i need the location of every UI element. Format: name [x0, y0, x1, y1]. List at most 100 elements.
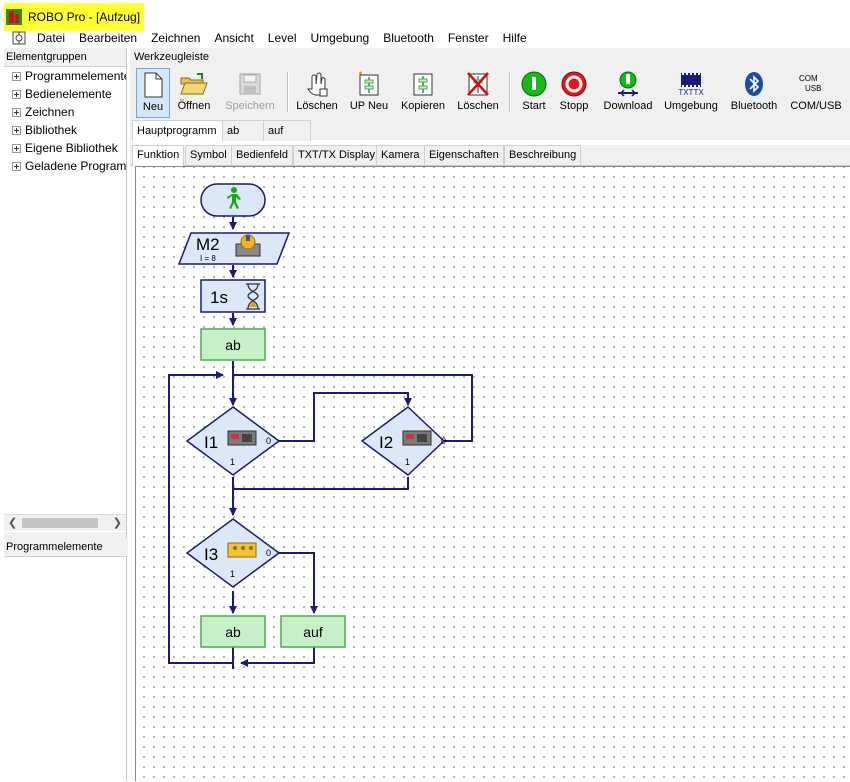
subprogram-auf-label: auf	[303, 624, 323, 640]
delete-hand-icon	[303, 70, 331, 98]
scrollbar-thumb[interactable]	[22, 518, 98, 528]
expand-icon[interactable]	[12, 143, 21, 153]
robo-pro-app-icon	[6, 9, 22, 25]
bluetooth-icon	[740, 70, 768, 98]
stop-icon	[560, 70, 588, 98]
delete-button[interactable]: Löschen	[295, 68, 339, 116]
copy-icon	[409, 70, 437, 98]
system-menu-icon[interactable]	[10, 30, 28, 46]
com-usb-icon: COM USB	[799, 70, 833, 98]
environment-icon: TXTTX	[677, 70, 705, 98]
tab-symbol[interactable]: Symbol	[185, 145, 232, 165]
menu-ansicht[interactable]: Ansicht	[207, 31, 260, 45]
new-button-label: Neu	[142, 101, 164, 113]
tab-hauptprogramm[interactable]: Hauptprogramm	[132, 120, 226, 141]
environment-button[interactable]: TXTTX Umgebung	[664, 68, 718, 116]
menu-bluetooth[interactable]: Bluetooth	[376, 31, 441, 45]
subprogram-ab-bottom-label: ab	[225, 624, 241, 640]
menu-hilfe[interactable]: Hilfe	[496, 31, 534, 45]
function-tabs: Funktion Symbol Bedienfeld TXT/TX Displa…	[130, 145, 850, 166]
tree-item-programmelemente[interactable]: Programmelemente	[4, 67, 126, 85]
menu-datei[interactable]: Datei	[30, 31, 72, 45]
open-button-label: Öffnen	[177, 100, 211, 112]
toolbar-header: Werkzeugleiste	[130, 48, 850, 67]
subprogram-ab-top[interactable]: ab	[200, 328, 266, 361]
new-button[interactable]: Neu	[136, 68, 170, 118]
branch-i1-no-label: 0	[266, 436, 271, 446]
tree-horizontal-scrollbar[interactable]: ❮ ❯	[4, 514, 126, 531]
download-icon	[614, 70, 642, 98]
start-block[interactable]	[200, 183, 266, 217]
motor-label: M2	[196, 235, 220, 254]
tree-item-eigene-bibliothek[interactable]: Eigene Bibliothek	[4, 139, 126, 157]
tab-auf[interactable]: auf	[263, 120, 311, 141]
tree-item-label: Bedienelemente	[25, 87, 112, 101]
tab-ab[interactable]: ab	[222, 120, 265, 141]
stop-button[interactable]: Stopp	[557, 68, 591, 116]
start-button[interactable]: Start	[517, 68, 551, 116]
tab-funktion[interactable]: Funktion	[132, 145, 185, 166]
scroll-right-icon[interactable]: ❯	[113, 516, 122, 529]
tab-bedienfeld[interactable]: Bedienfeld	[231, 145, 293, 165]
tree-item-zeichnen[interactable]: Zeichnen	[4, 103, 126, 121]
element-groups-tree: Programmelemente Bedienelemente Zeichnen…	[4, 67, 126, 523]
branch-i3-no-label: 0	[266, 548, 271, 558]
expand-icon[interactable]	[12, 125, 21, 135]
bluetooth-button[interactable]: Bluetooth	[728, 68, 780, 116]
usb-icon-label: USB	[805, 84, 822, 93]
subprogram-ab-bottom[interactable]: ab	[200, 615, 266, 648]
toolbar: Neu Öffnen Speichern Löschen UP Neu Kopi…	[130, 66, 850, 119]
up-new-button-label: UP Neu	[349, 100, 389, 112]
expand-icon[interactable]	[12, 89, 21, 99]
up-new-button[interactable]: UP Neu	[349, 68, 389, 116]
expand-icon[interactable]	[12, 71, 21, 81]
scroll-left-icon[interactable]: ❮	[8, 516, 17, 529]
menu-bar: Datei Bearbeiten Zeichnen Ansicht Level …	[0, 28, 850, 48]
branch-i2-no-label: 0	[441, 436, 446, 446]
branch-i3-yes-label: 1	[230, 569, 235, 579]
branch-i2-label: I2	[379, 433, 393, 452]
element-groups-panel: Elementgruppen Programmelemente Bedienel…	[4, 48, 128, 781]
main-area: Werkzeugleiste Neu Öffnen Speichern Lösc…	[130, 48, 850, 781]
motor-speed-label: I = 8	[200, 254, 216, 263]
tree-item-bibliothek[interactable]: Bibliothek	[4, 121, 126, 139]
copy-button[interactable]: Kopieren	[399, 68, 447, 116]
tree-item-geladene-programme[interactable]: Geladene Programme	[4, 157, 126, 175]
com-usb-button[interactable]: COM USB COM/USB	[790, 68, 842, 116]
expand-icon[interactable]	[12, 161, 21, 171]
branch-i1-yes-label: 1	[230, 457, 235, 467]
program-tabs: Hauptprogramm ab auf	[130, 118, 850, 141]
expand-icon[interactable]	[12, 107, 21, 117]
wait-block[interactable]: 1s	[200, 279, 266, 313]
menu-umgebung[interactable]: Umgebung	[303, 31, 376, 45]
element-groups-header: Elementgruppen	[4, 48, 126, 67]
switch-sensor-icon	[402, 430, 432, 446]
subprogram-auf[interactable]: auf	[280, 615, 346, 648]
motor-block[interactable]: M2 I = 8	[177, 232, 291, 265]
save-button-label: Speichern	[225, 100, 275, 112]
branch-i2[interactable]: I2 0 1	[360, 406, 446, 476]
new-file-icon	[139, 71, 167, 99]
tab-txt-tx-display[interactable]: TXT/TX Display	[293, 145, 381, 165]
save-button[interactable]: Speichern	[225, 68, 275, 116]
branch-i3-label: I3	[204, 545, 218, 564]
branch-i3[interactable]: I3 0 1	[185, 518, 281, 588]
program-canvas[interactable]: M2 I = 8 1s ab I1 0 1 I2 0 1 I3 0 1 ab a…	[135, 166, 850, 781]
window-title-bar: ROBO Pro - [Aufzug]	[4, 3, 145, 31]
subprogram-ab-top-label: ab	[225, 337, 241, 353]
delete-subprogram-button[interactable]: Löschen	[456, 68, 500, 116]
tab-kamera[interactable]: Kamera	[376, 145, 425, 165]
tab-beschreibung[interactable]: Beschreibung	[504, 145, 582, 165]
open-button[interactable]: Öffnen	[176, 68, 212, 116]
branch-i1[interactable]: I1 0 1	[185, 406, 281, 476]
delete-subprogram-button-label: Löschen	[457, 100, 499, 112]
menu-bearbeiten[interactable]: Bearbeiten	[72, 31, 144, 45]
menu-zeichnen[interactable]: Zeichnen	[144, 31, 207, 45]
menu-level[interactable]: Level	[261, 31, 304, 45]
menu-fenster[interactable]: Fenster	[441, 31, 496, 45]
tree-item-bedienelemente[interactable]: Bedienelemente	[4, 85, 126, 103]
download-button-label: Download	[603, 100, 653, 112]
environment-icon-text: TXTTX	[678, 87, 704, 97]
tab-eigenschaften[interactable]: Eigenschaften	[424, 145, 504, 165]
download-button[interactable]: Download	[602, 68, 654, 116]
